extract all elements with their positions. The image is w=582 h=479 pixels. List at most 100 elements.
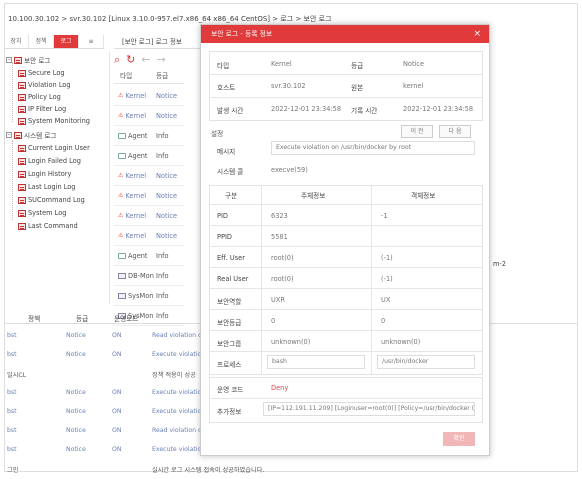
list-type-cell: ⚠ Kernel xyxy=(114,232,156,240)
log-file-icon xyxy=(18,144,26,152)
list-row[interactable]: DB-Mon Info xyxy=(114,266,184,286)
section-label: 설정 xyxy=(211,130,224,138)
search-icon[interactable]: ⌕ xyxy=(114,53,120,67)
extra-info-field[interactable]: [IP=112.191.11.209] [Loginuser=root(0)] … xyxy=(263,402,475,416)
tree-item-system-log[interactable]: System Log xyxy=(18,209,66,217)
process-subject-field[interactable]: bash xyxy=(267,355,365,369)
list-type-text: Kernel xyxy=(125,191,147,200)
dialog-title: 보안 로그 - 등록 정보 xyxy=(211,30,273,38)
list-type-cell: SysMon xyxy=(114,292,156,300)
list-type-cell: ⚠ Kernel xyxy=(114,92,156,100)
forward-icon[interactable]: → xyxy=(157,53,166,67)
list-row[interactable]: ⚠ Kernel Notice xyxy=(114,166,184,186)
list-row[interactable]: Agent Info xyxy=(114,146,184,166)
bottom-cell-msg: Execute violatio xyxy=(152,351,202,358)
agent-icon xyxy=(118,252,126,259)
host-label: 호스트 xyxy=(217,84,236,92)
tree-line xyxy=(12,62,13,122)
collapse-icon[interactable]: − xyxy=(6,132,12,138)
record-time-label: 기록 시간 xyxy=(351,107,378,115)
list-row[interactable]: ⚠ Kernel Notice xyxy=(114,86,184,106)
process-object-cell: (-1) xyxy=(381,254,393,262)
bottom-cell-msg: Execute violatio xyxy=(152,446,202,453)
list-grade-text: Info xyxy=(156,291,169,300)
prev-button[interactable]: 이 전 xyxy=(401,125,433,138)
tree-item-sucommand-log[interactable]: SUCommand Log xyxy=(18,196,85,204)
bottom-cell-mode: ON xyxy=(112,427,122,434)
tree-item-policy-log[interactable]: Policy Log xyxy=(18,93,61,101)
tree-item-last-login-log[interactable]: Last Login Log xyxy=(18,183,76,191)
log-file-icon xyxy=(18,157,26,165)
back-icon[interactable]: ← xyxy=(141,53,150,67)
column-type[interactable]: 타입 xyxy=(114,70,156,83)
tab-menu[interactable]: ≡ xyxy=(79,35,104,48)
tree-item-secure-log[interactable]: Secure Log xyxy=(18,69,65,77)
column-policy[interactable]: 정책 xyxy=(28,313,40,323)
process-object-cell: -1 xyxy=(381,212,388,220)
list-type-text: Kernel xyxy=(125,111,147,120)
divider xyxy=(209,267,483,268)
tab-device[interactable]: 장치 xyxy=(4,35,29,48)
tree-item-label: Current Login User xyxy=(28,144,90,152)
divider xyxy=(209,204,483,205)
list-type-cell: ⚠ Kernel xyxy=(114,212,156,220)
list-row[interactable]: ⚠ Kernel Notice xyxy=(114,226,184,246)
tree-item-ip-filter-log[interactable]: IP Filter Log xyxy=(18,105,66,113)
bottom-cell-grade: Notice xyxy=(66,332,86,339)
divider xyxy=(209,351,483,352)
next-button[interactable]: 다 음 xyxy=(439,125,471,138)
syscall-label: 시스템 콜 xyxy=(217,168,244,176)
divider xyxy=(209,97,483,98)
process-subject-cell: root(0) xyxy=(271,275,294,283)
column-grade[interactable]: 등급 xyxy=(76,313,88,323)
bottom-cell-grade: Notice xyxy=(66,408,86,415)
operation-table xyxy=(209,377,483,423)
list-type-text: DB-Mon xyxy=(128,271,154,280)
tree-node-label: 보안 로그 xyxy=(24,57,51,65)
process-info-table xyxy=(209,185,483,375)
list-row[interactable]: Agent Info xyxy=(114,126,184,146)
log-file-icon xyxy=(18,117,26,125)
tab-policy[interactable]: 정책 xyxy=(29,35,54,48)
column-object: 객체정보 xyxy=(411,192,436,200)
process-object-field[interactable]: /usr/bin/docker xyxy=(377,355,475,369)
ok-button[interactable]: 확인 xyxy=(443,432,475,446)
column-mode[interactable]: 운영모드 xyxy=(114,313,138,323)
tree-node-security[interactable]: − 보안 로그 xyxy=(6,55,50,65)
divider xyxy=(209,225,483,226)
process-subject-cell: root(0) xyxy=(271,254,294,262)
tree-item-label: Login History xyxy=(28,170,72,178)
kernel-icon: ⚠ xyxy=(118,92,124,99)
bottom-cell-msg: Execute violatio xyxy=(152,408,202,415)
process-subject-cell: unknown(0) xyxy=(271,338,311,346)
tab-log[interactable]: 로그 xyxy=(54,35,79,48)
tree-item-system-monitoring[interactable]: System Monitoring xyxy=(18,117,90,125)
tree-node-system[interactable]: − 시스템 로그 xyxy=(6,130,56,140)
divider xyxy=(209,309,483,310)
column-subject: 주체정보 xyxy=(301,192,326,200)
list-row[interactable]: SysMon Info xyxy=(114,286,184,306)
bottom-table-row[interactable]: 그인 실시간 로그 시스템 접속이 성공하였습니다. xyxy=(4,461,578,479)
host-value: svr.30.102 xyxy=(271,82,306,90)
collapse-icon[interactable]: − xyxy=(6,57,12,63)
tree-item-last-command[interactable]: Last Command xyxy=(18,222,78,230)
process-label-cell: 보안등급 xyxy=(217,319,242,327)
close-icon[interactable]: × xyxy=(473,25,481,43)
tree-item-login-failed-log[interactable]: Login Failed Log xyxy=(18,157,81,165)
message-field[interactable]: Execute violation on /usr/bin/docker by … xyxy=(271,141,475,155)
list-type-text: SysMon xyxy=(128,291,154,300)
process-label-cell: PPID xyxy=(217,233,232,241)
list-row[interactable]: Agent Info xyxy=(114,246,184,266)
tree-item-label: Last Command xyxy=(28,222,78,230)
column-grade[interactable]: 등급 xyxy=(156,70,184,83)
divider xyxy=(209,288,483,289)
refresh-icon[interactable]: ↻ xyxy=(126,53,135,67)
monitor-icon xyxy=(118,292,126,299)
list-grade-text: Notice xyxy=(156,91,178,100)
list-row[interactable]: ⚠ Kernel Notice xyxy=(114,206,184,226)
list-row[interactable]: ⚠ Kernel Notice xyxy=(114,106,184,126)
tree-item-login-history[interactable]: Login History xyxy=(18,170,71,178)
tree-item-violation-log[interactable]: Violation Log xyxy=(18,81,71,89)
tree-item-current-login-user[interactable]: Current Login User xyxy=(18,144,90,152)
list-row[interactable]: ⚠ Kernel Notice xyxy=(114,186,184,206)
